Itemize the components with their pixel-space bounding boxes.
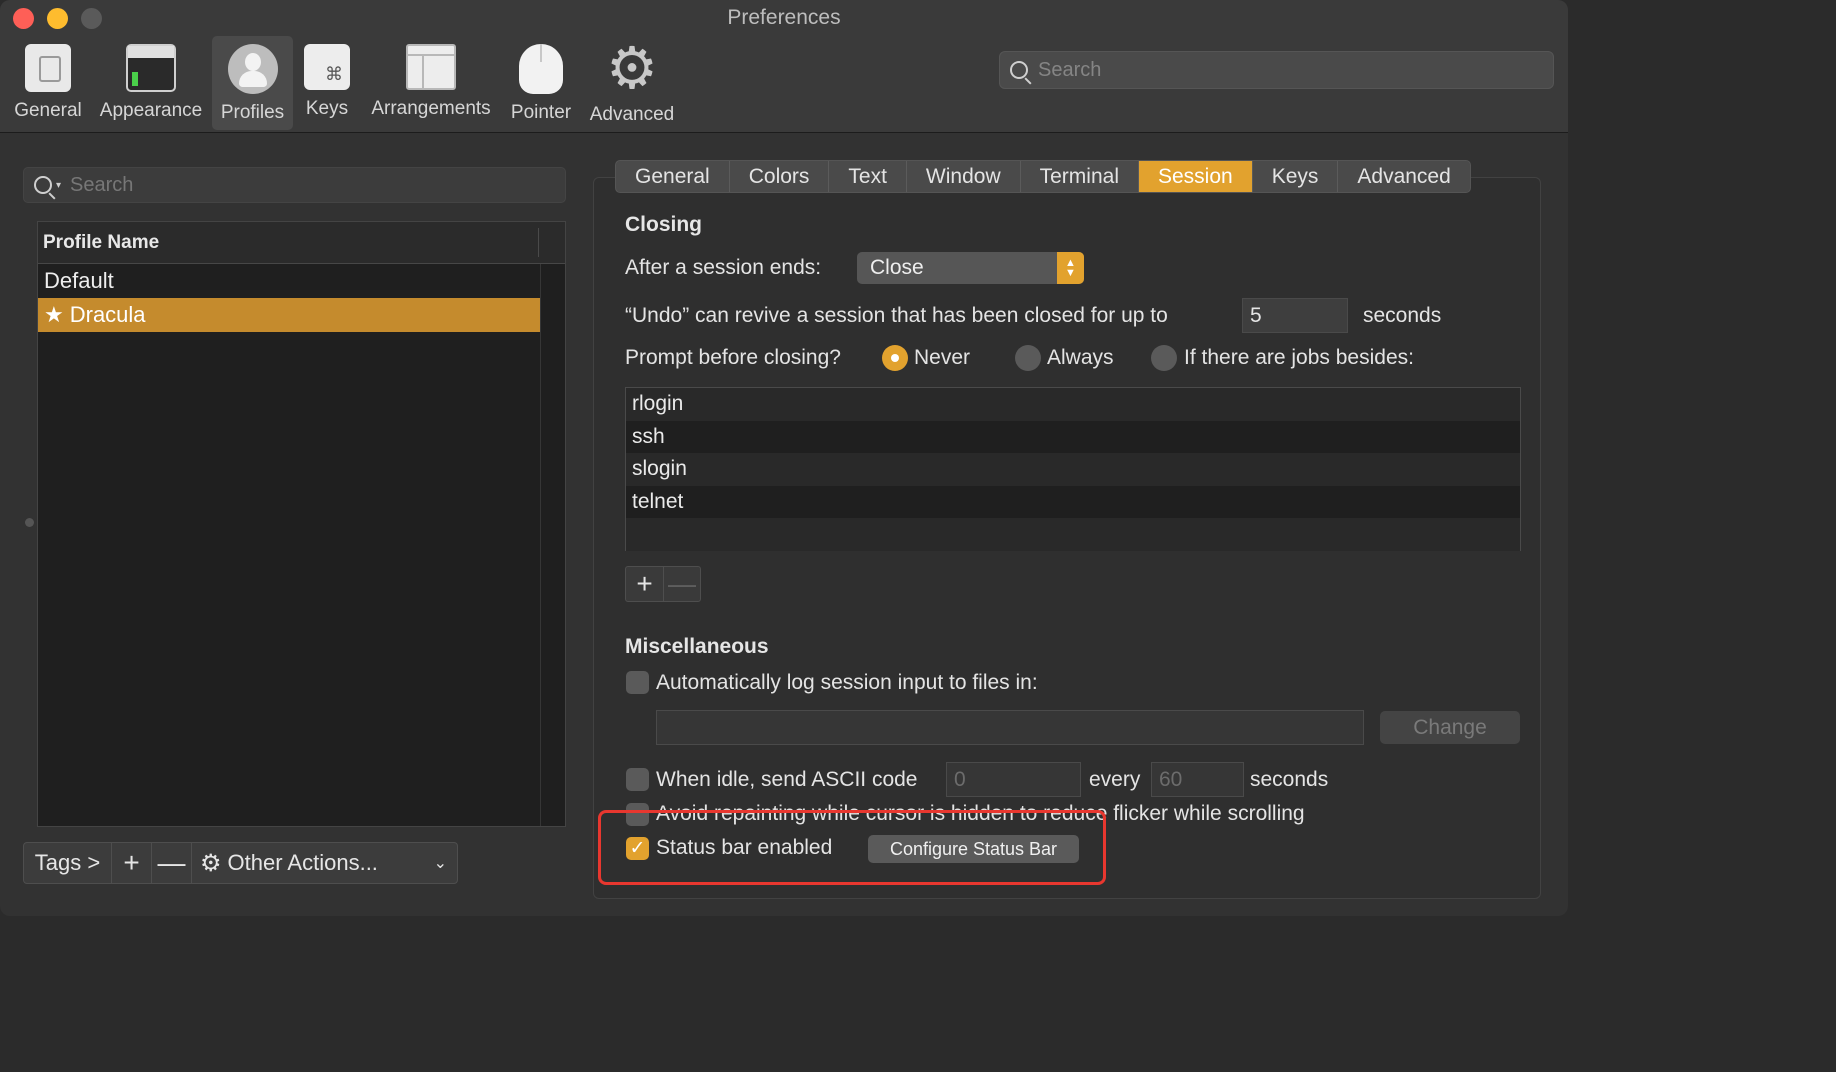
tab-advanced[interactable]: Advanced [1338,161,1469,192]
tab-text[interactable]: Text [829,161,907,192]
profile-name: Default [44,268,114,293]
toolbar-item-label: Advanced [589,104,675,125]
tags-button[interactable]: Tags > [24,843,112,883]
toolbar-item-label: Arrangements [371,98,491,119]
profile-table: Profile Name Default ★ Dracula [37,221,566,827]
jobs-add-remove-control: + — [625,566,701,602]
prompt-jobs-radio[interactable] [1151,345,1177,371]
toolbar-item-appearance[interactable]: Appearance [95,36,207,130]
prompt-before-closing-label: Prompt before closing? [625,346,841,369]
arrangements-icon [406,44,456,90]
profile-search-input[interactable] [70,173,550,197]
idle-interval-field[interactable]: 60 [1151,762,1244,797]
prompt-always-label: Always [1047,346,1114,369]
add-job-button[interactable]: + [626,567,663,601]
appearance-icon [126,44,176,92]
search-icon [34,176,52,194]
tab-terminal[interactable]: Terminal [1021,161,1139,192]
closing-section-title: Closing [625,213,702,236]
after-session-ends-label: After a session ends: [625,256,822,279]
list-item[interactable]: rlogin [626,388,1520,421]
prompt-always-radio[interactable] [1015,345,1041,371]
profile-tabs: General Colors Text Window Terminal Sess… [615,160,1471,193]
chevron-down-icon: ⌄ [433,855,447,872]
toolbar-item-profiles[interactable]: Profiles [212,36,293,130]
toolbar-item-advanced[interactable]: ⚙ Advanced [585,36,679,130]
tab-session[interactable]: Session [1138,161,1253,192]
profile-search[interactable]: ▾ [23,167,566,203]
gear-icon: ⚙ [606,36,658,101]
prompt-jobs-label: If there are jobs besides: [1184,346,1414,369]
misc-section-title: Miscellaneous [625,635,769,658]
remove-profile-button[interactable]: — [152,843,192,883]
annotation-highlight [598,810,1106,885]
other-actions-menu[interactable]: ⚙ Other Actions... ⌄ [192,843,457,883]
tab-general[interactable]: General [616,161,730,192]
add-profile-button[interactable]: + [112,843,152,883]
profile-row-dracula[interactable]: ★ Dracula [38,298,540,332]
toolbar: Preferences General Appearance Profiles … [0,0,1568,133]
toolbar-item-pointer[interactable]: Pointer [505,36,577,130]
general-icon [25,44,71,92]
pointer-icon [519,44,563,94]
change-directory-button[interactable]: Change [1380,711,1520,744]
auto-log-checkbox[interactable] [626,671,649,694]
idle-ascii-code-field[interactable]: 0 [946,762,1081,797]
list-item[interactable]: slogin [626,453,1520,486]
preferences-window: Preferences General Appearance Profiles … [0,0,1568,916]
chevron-down-icon: ▾ [56,180,62,191]
chevron-updown-icon: ▲ ▼ [1057,252,1084,284]
undo-label: “Undo” can revive a session that has bee… [625,304,1168,327]
keys-icon: ⌘ [304,44,350,90]
toolbar-item-label: Appearance [99,100,203,121]
splitter-handle[interactable] [25,518,34,527]
remove-job-button[interactable]: — [662,567,700,601]
toolbar-item-label: General [14,100,82,121]
gear-icon: ⚙ [200,849,222,877]
idle-every-label: every [1089,768,1141,791]
tab-colors[interactable]: Colors [730,161,830,192]
profile-name-column-header[interactable]: Profile Name [38,222,565,264]
preferences-search-input[interactable] [1038,58,1518,82]
preferences-search[interactable] [999,51,1554,89]
undo-seconds-field[interactable]: 5 [1242,298,1348,333]
other-actions-label: Other Actions... [227,850,378,875]
jobs-list: rlogin ssh slogin telnet [625,387,1521,551]
profile-actions-bar: Tags > + — ⚙ Other Actions... ⌄ [23,842,458,884]
idle-seconds-unit: seconds [1250,768,1329,791]
idle-send-checkbox[interactable] [626,768,649,791]
profile-row-default[interactable]: Default [38,264,540,298]
window-title: Preferences [727,6,841,29]
toolbar-item-label: Pointer [510,102,572,123]
toolbar-item-label: Keys [305,98,349,119]
undo-seconds-unit: seconds [1363,304,1442,327]
profile-name: Dracula [69,302,146,327]
default-profile-star-icon: ★ [44,302,64,327]
list-item-empty [626,518,1520,551]
toolbar-item-label: Profiles [220,102,285,123]
after-session-ends-select[interactable]: Close ▲ ▼ [857,252,1084,284]
toolbar-item-general[interactable]: General [10,36,86,130]
tab-keys[interactable]: Keys [1253,161,1339,192]
prompt-never-label: Never [914,346,971,369]
search-icon [1010,61,1028,79]
profiles-icon [227,44,278,94]
prompt-never-radio[interactable] [882,345,908,371]
tab-window[interactable]: Window [907,161,1021,192]
log-directory-field[interactable] [656,710,1364,745]
list-item[interactable]: ssh [626,421,1520,454]
toolbar-item-arrangements[interactable]: Arrangements [365,36,497,130]
toolbar-item-keys[interactable]: ⌘ Keys [298,36,356,130]
idle-send-label: When idle, send ASCII code [656,768,918,791]
column-divider [540,264,541,826]
auto-log-label: Automatically log session input to files… [656,671,1038,694]
after-session-ends-value: Close [870,256,924,279]
list-item[interactable]: telnet [626,486,1520,519]
